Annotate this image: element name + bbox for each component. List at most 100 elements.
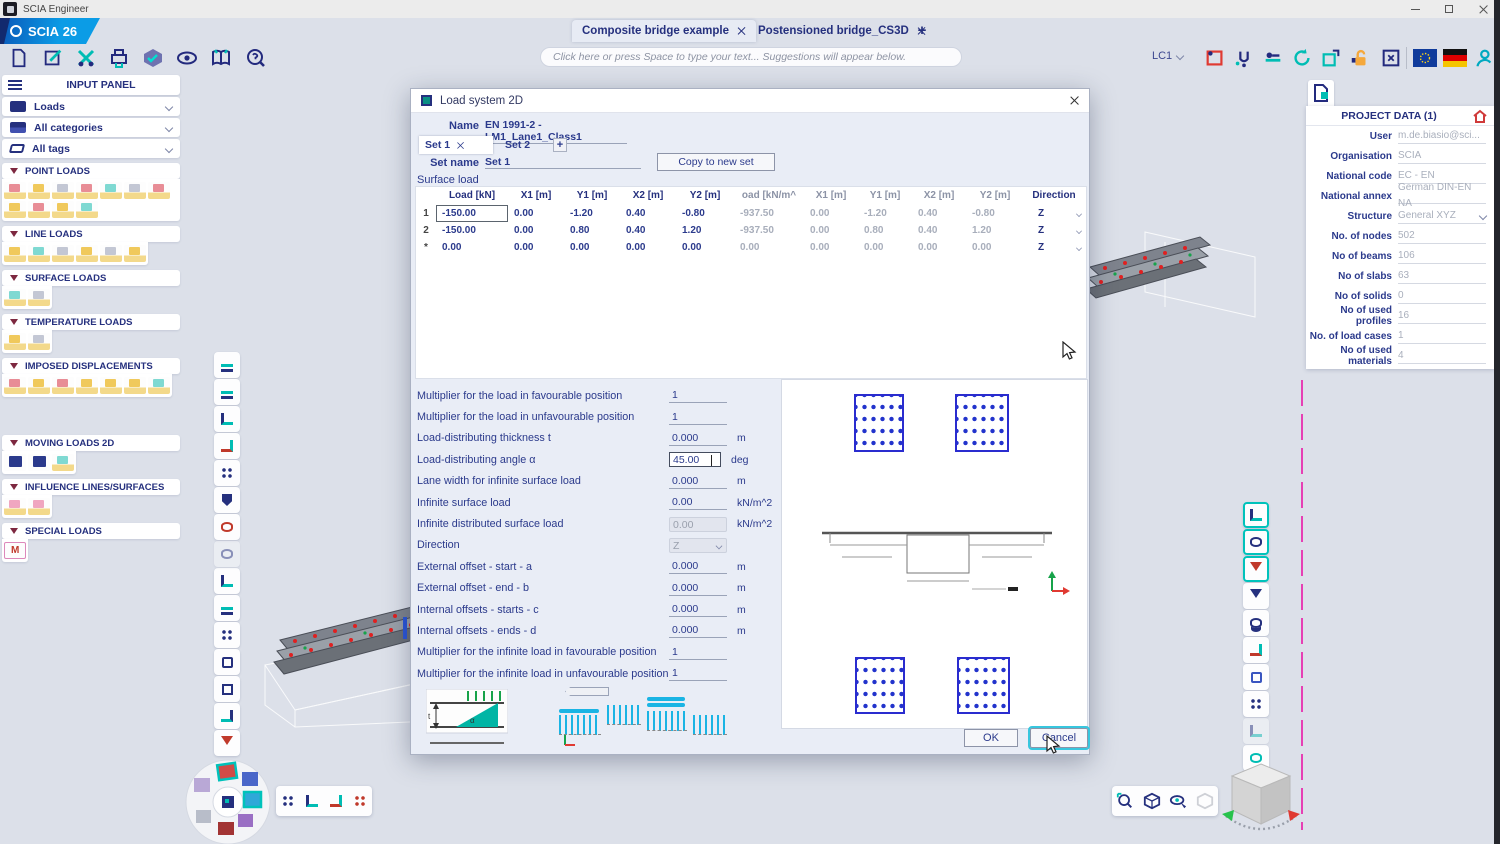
point-load-icon[interactable] xyxy=(124,182,146,199)
surface-load-icon[interactable] xyxy=(4,289,26,306)
tab-close-icon[interactable] xyxy=(737,27,746,36)
project-data-header[interactable]: PROJECT DATA (1) xyxy=(1306,106,1494,126)
influence-line-icon[interactable] xyxy=(28,498,50,515)
line-load-icon[interactable] xyxy=(76,245,98,262)
line-load-icon[interactable] xyxy=(52,245,74,262)
col-header[interactable]: oad [kN/m^ xyxy=(734,187,804,205)
point-load-icon[interactable] xyxy=(4,201,26,218)
align-icon[interactable] xyxy=(214,379,240,405)
line-load-icon[interactable] xyxy=(100,245,122,262)
col-header[interactable]: Y1 [m] xyxy=(858,187,912,205)
special-load-icon[interactable] xyxy=(4,542,26,559)
imposed-displacement-icon[interactable] xyxy=(148,377,170,394)
moving-load-icon[interactable] xyxy=(4,454,26,471)
radial-view-menu[interactable] xyxy=(180,756,276,844)
user-icon[interactable] xyxy=(1470,45,1496,71)
add-set-button[interactable]: + xyxy=(553,138,567,152)
point-load-icon[interactable] xyxy=(28,201,50,218)
table-cell[interactable]: 1.20 xyxy=(676,222,734,239)
field-input[interactable]: 0.00 xyxy=(669,495,727,510)
load-toggle-icon[interactable] xyxy=(330,795,342,807)
set-name-input[interactable]: Set 1 xyxy=(485,156,641,169)
table-cell[interactable]: -150.00 xyxy=(436,205,508,222)
table-cell[interactable]: 0.00 xyxy=(676,239,734,256)
connect-icon[interactable] xyxy=(214,568,240,594)
dots-grid-icon[interactable] xyxy=(1243,691,1269,717)
point-load-icon[interactable] xyxy=(28,182,50,199)
dialog-title-bar[interactable]: Load system 2D xyxy=(411,89,1089,113)
document-tab[interactable]: Postensioned bridge_CS3D xyxy=(748,20,936,42)
section-header[interactable]: SURFACE LOADS xyxy=(2,270,180,286)
table-cell[interactable]: -1.20 xyxy=(564,205,620,222)
direction-cell[interactable]: Z xyxy=(1024,239,1068,256)
filter-tags[interactable]: All tags xyxy=(2,139,180,158)
beam-tool-icon[interactable] xyxy=(1243,502,1269,528)
input-panel-header[interactable]: INPUT PANEL xyxy=(2,75,180,95)
wrench-icon[interactable] xyxy=(1243,637,1269,663)
database-icon[interactable] xyxy=(1243,610,1269,636)
col-header[interactable]: Y2 [m] xyxy=(676,187,734,205)
table-cell[interactable]: -0.80 xyxy=(676,205,734,222)
section-header[interactable]: TEMPERATURE LOADS xyxy=(2,314,180,330)
load-case-selector[interactable]: LC1 xyxy=(1152,50,1183,62)
field-input[interactable]: 0.000 xyxy=(669,431,727,446)
col-header[interactable]: Direction xyxy=(1024,187,1084,205)
direction-cell[interactable]: Z xyxy=(1024,205,1068,222)
field-input[interactable]: 0.000 xyxy=(669,559,727,574)
ok-button[interactable]: OK xyxy=(964,729,1018,747)
col-header[interactable]: X1 [m] xyxy=(508,187,564,205)
support-icon[interactable] xyxy=(1260,45,1286,71)
lock-icon[interactable] xyxy=(1347,45,1373,71)
moving-load-icon[interactable] xyxy=(52,454,74,471)
set-close-icon[interactable] xyxy=(457,141,464,148)
edit-icon[interactable] xyxy=(40,45,66,71)
section-header[interactable]: MOVING LOADS 2D xyxy=(2,435,180,451)
table-cell[interactable]: 0.40 xyxy=(620,222,676,239)
point-load-icon[interactable] xyxy=(52,201,74,218)
new-document-icon[interactable] xyxy=(6,45,32,71)
col-header[interactable]: X2 [m] xyxy=(620,187,676,205)
visibility-cursor-icon[interactable] xyxy=(1169,792,1187,810)
table-cell[interactable]: 0.00 xyxy=(620,239,676,256)
surface-load-icon[interactable] xyxy=(28,289,50,306)
field-input[interactable]: 0.000 xyxy=(669,581,727,596)
point-load-icon[interactable] xyxy=(4,182,26,199)
maximize-button[interactable] xyxy=(1432,0,1466,18)
table-cell[interactable]: 0.00 xyxy=(508,222,564,239)
german-flag-icon[interactable] xyxy=(1442,45,1468,71)
imposed-displacement-icon[interactable] xyxy=(28,377,50,394)
chevron-down-icon[interactable] xyxy=(1068,222,1084,239)
section-header[interactable]: LINE LOADS xyxy=(2,226,180,242)
field-input[interactable]: 1 xyxy=(669,666,727,681)
tools-icon[interactable] xyxy=(73,45,99,71)
text-cursor-icon[interactable] xyxy=(214,676,240,702)
point-load-icon[interactable] xyxy=(52,182,74,199)
document-tab-active[interactable]: Composite bridge example xyxy=(572,20,756,42)
temperature-load-icon[interactable] xyxy=(28,333,50,350)
table-cell[interactable]: 0.00 xyxy=(436,239,508,256)
selection-icon[interactable] xyxy=(1202,45,1228,71)
eu-flag-icon[interactable] xyxy=(1412,45,1438,71)
library-book-icon[interactable] xyxy=(208,45,234,71)
view-cube-icon[interactable] xyxy=(1143,792,1161,810)
arrow-down-icon[interactable] xyxy=(1243,583,1269,609)
field-input[interactable]: 0.000 xyxy=(669,623,727,638)
col-header[interactable]: Load [kN] xyxy=(436,187,508,205)
imposed-displacement-icon[interactable] xyxy=(76,377,98,394)
command-search-input[interactable]: Click here or press Space to type your t… xyxy=(540,47,962,67)
cross-icon[interactable] xyxy=(214,595,240,621)
section-disabled-icon[interactable] xyxy=(214,541,240,567)
section-header[interactable]: SPECIAL LOADS xyxy=(2,523,180,539)
distribute-icon[interactable] xyxy=(214,622,240,648)
navigation-cube[interactable] xyxy=(1222,758,1300,842)
project-row-structure[interactable]: StructureGeneral XYZ xyxy=(1306,206,1494,226)
point-load-icon[interactable] xyxy=(76,201,98,218)
scia-logo[interactable]: SCIA 26 xyxy=(0,18,100,44)
layers-icon[interactable] xyxy=(214,649,240,675)
profile-icon[interactable] xyxy=(1243,664,1269,690)
row-number[interactable]: * xyxy=(416,239,436,256)
row-number[interactable]: 2 xyxy=(416,222,436,239)
field-input[interactable]: 1 xyxy=(669,410,727,425)
field-input[interactable]: 0.000 xyxy=(669,602,727,617)
imposed-displacement-icon[interactable] xyxy=(100,377,122,394)
